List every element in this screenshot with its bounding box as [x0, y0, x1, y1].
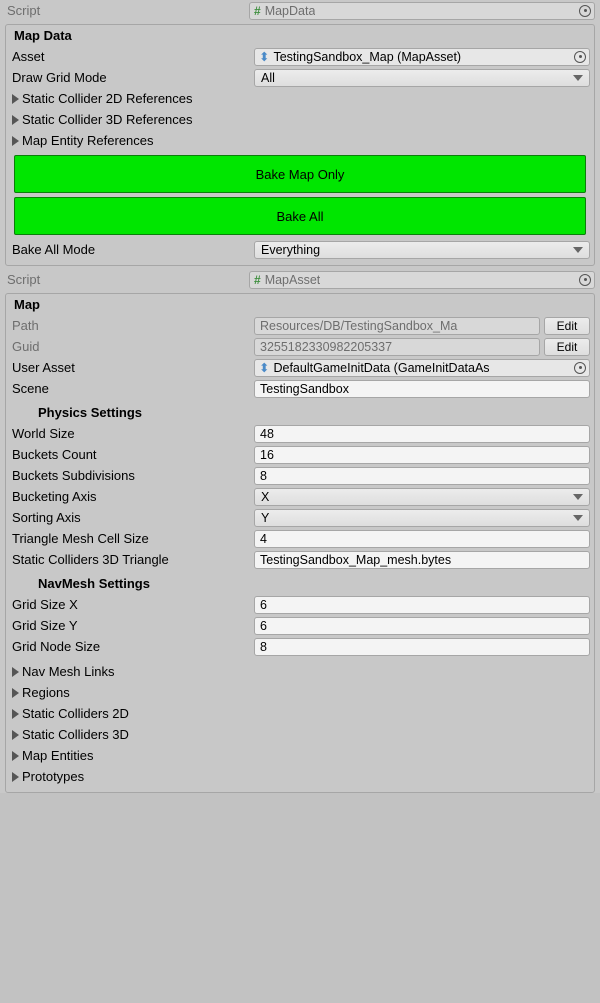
tri-cell-field[interactable]: 4 — [254, 530, 590, 548]
foldout-static-colliders-3d[interactable]: Static Colliders 3D — [10, 727, 250, 742]
buckets-subdiv-label: Buckets Subdivisions — [12, 468, 135, 483]
foldout-triangle-icon — [12, 115, 19, 125]
static-tri-label: Static Colliders 3D Triangle — [12, 552, 169, 567]
chevron-down-icon — [573, 515, 583, 521]
grid-x-field[interactable]: 6 — [254, 596, 590, 614]
guid-field: 3255182330982205337 — [254, 338, 540, 356]
draw-grid-mode-dropdown[interactable]: All — [254, 69, 590, 87]
foldout-triangle-icon — [12, 709, 19, 719]
object-picker-icon[interactable] — [574, 362, 586, 374]
buckets-count-label: Buckets Count — [12, 447, 97, 462]
mapdata-section: Map Data Asset ⬍ TestingSandbox_Map (Map… — [5, 24, 595, 266]
foldout-regions[interactable]: Regions — [10, 685, 250, 700]
object-picker-icon[interactable] — [579, 274, 591, 286]
foldout-triangle-icon — [12, 772, 19, 782]
foldout-prototypes[interactable]: Prototypes — [10, 769, 250, 784]
script-field-mapdata[interactable]: # MapData — [249, 2, 595, 20]
bake-all-button[interactable]: Bake All — [14, 197, 586, 235]
navmesh-heading: NavMesh Settings — [6, 570, 594, 594]
static-tri-field[interactable]: TestingSandbox_Map_mesh.bytes — [254, 551, 590, 569]
object-picker-icon[interactable] — [574, 51, 586, 63]
bucketing-axis-label: Bucketing Axis — [12, 489, 97, 504]
scene-field[interactable]: TestingSandbox — [254, 380, 590, 398]
object-picker-icon[interactable] — [579, 5, 591, 17]
foldout-static-colliders-2d[interactable]: Static Colliders 2D — [10, 706, 250, 721]
script-label-2: Script — [7, 272, 40, 287]
guid-label: Guid — [12, 339, 39, 354]
grid-y-label: Grid Size Y — [12, 618, 78, 633]
bake-all-mode-label: Bake All Mode — [12, 242, 95, 257]
chevron-down-icon — [573, 494, 583, 500]
foldout-map-entity-refs[interactable]: Map Entity References — [10, 133, 250, 148]
foldout-triangle-icon — [12, 667, 19, 677]
asset-field[interactable]: ⬍ TestingSandbox_Map (MapAsset) — [254, 48, 590, 66]
guid-edit-button[interactable]: Edit — [544, 338, 590, 356]
grid-node-field[interactable]: 8 — [254, 638, 590, 656]
draw-grid-mode-label: Draw Grid Mode — [12, 70, 107, 85]
path-edit-button[interactable]: Edit — [544, 317, 590, 335]
foldout-navmesh-links[interactable]: Nav Mesh Links — [10, 664, 250, 679]
script-value-2: MapAsset — [265, 273, 321, 287]
path-field: Resources/DB/TestingSandbox_Ma — [254, 317, 540, 335]
user-asset-field[interactable]: ⬍ DefaultGameInitData (GameInitDataAs — [254, 359, 590, 377]
chevron-down-icon — [573, 75, 583, 81]
buckets-count-field[interactable]: 16 — [254, 446, 590, 464]
bake-map-only-button[interactable]: Bake Map Only — [14, 155, 586, 193]
map-heading: Map — [6, 296, 594, 315]
tri-cell-label: Triangle Mesh Cell Size — [12, 531, 149, 546]
grid-x-label: Grid Size X — [12, 597, 78, 612]
foldout-triangle-icon — [12, 688, 19, 698]
mapdata-heading: Map Data — [6, 27, 594, 46]
cs-script-icon: # — [254, 273, 261, 287]
user-asset-label: User Asset — [12, 360, 75, 375]
grid-y-field[interactable]: 6 — [254, 617, 590, 635]
grid-node-label: Grid Node Size — [12, 639, 100, 654]
path-label: Path — [12, 318, 39, 333]
chevron-down-icon — [573, 247, 583, 253]
physics-heading: Physics Settings — [6, 399, 594, 423]
cs-script-icon: # — [254, 4, 261, 18]
world-size-field[interactable]: 48 — [254, 425, 590, 443]
script-field-mapasset[interactable]: # MapAsset — [249, 271, 595, 289]
asset-label: Asset — [12, 49, 45, 64]
foldout-map-entities[interactable]: Map Entities — [10, 748, 250, 763]
script-value-1: MapData — [265, 4, 316, 18]
foldout-static-3d-refs[interactable]: Static Collider 3D References — [10, 112, 250, 127]
foldout-triangle-icon — [12, 730, 19, 740]
scene-label: Scene — [12, 381, 49, 396]
sorting-axis-dropdown[interactable]: Y — [254, 509, 590, 527]
foldout-triangle-icon — [12, 94, 19, 104]
script-label-1: Script — [7, 3, 40, 18]
map-section: Map Path Resources/DB/TestingSandbox_Ma … — [5, 293, 595, 793]
foldout-static-2d-refs[interactable]: Static Collider 2D References — [10, 91, 250, 106]
buckets-subdiv-field[interactable]: 8 — [254, 467, 590, 485]
prefab-icon: ⬍ — [259, 360, 269, 375]
foldout-triangle-icon — [12, 136, 19, 146]
foldout-triangle-icon — [12, 751, 19, 761]
world-size-label: World Size — [12, 426, 75, 441]
bake-all-mode-dropdown[interactable]: Everything — [254, 241, 590, 259]
prefab-icon: ⬍ — [259, 49, 269, 64]
bucketing-axis-dropdown[interactable]: X — [254, 488, 590, 506]
sorting-axis-label: Sorting Axis — [12, 510, 81, 525]
